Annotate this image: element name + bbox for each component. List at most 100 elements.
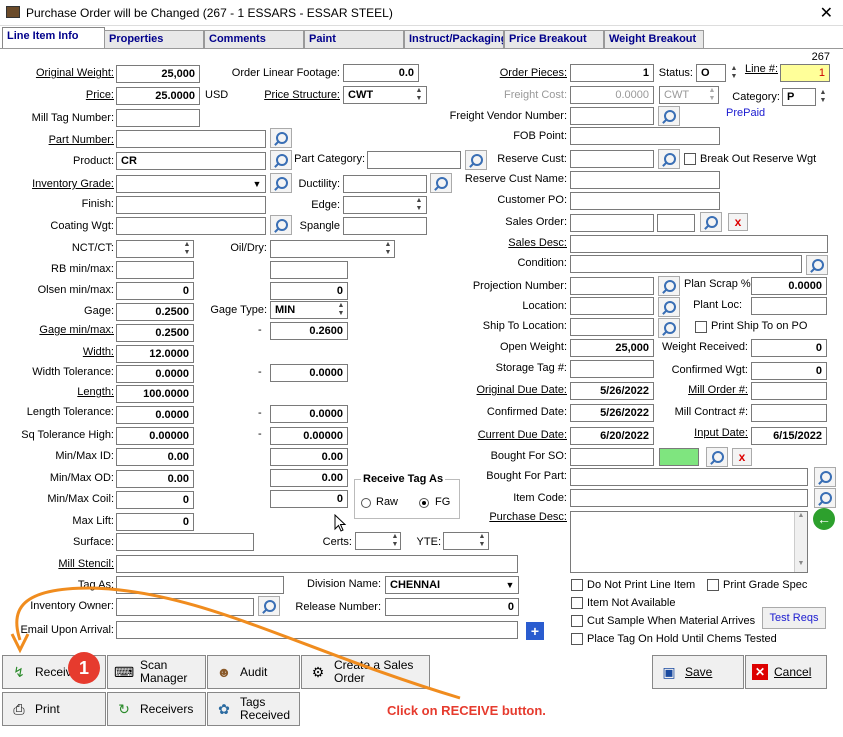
width-tolerance-field[interactable]: 0.0000 <box>116 365 194 383</box>
oil-dry-field[interactable] <box>270 240 395 258</box>
max-coil-field[interactable]: 0 <box>270 490 348 508</box>
test-reqs-button[interactable]: Test Reqs <box>762 607 826 629</box>
original-due-date-field[interactable]: 5/26/2022 <box>570 382 654 400</box>
certs-spinner[interactable]: ▲ ▼ <box>390 533 400 549</box>
location-field[interactable] <box>570 297 654 315</box>
save-button[interactable]: ▣ Save <box>652 655 744 689</box>
create-sales-order-button[interactable]: ⚙ Create a Sales Order <box>301 655 430 689</box>
mill-stencil-field[interactable] <box>116 555 518 573</box>
status-spinner[interactable]: ▲ ▼ <box>729 65 739 81</box>
reserve-cust-name-field[interactable] <box>570 171 720 189</box>
release-number-field[interactable]: 0 <box>385 598 519 616</box>
item-code-field[interactable] <box>570 489 808 507</box>
length-tolerance-max-field[interactable]: 0.0000 <box>270 405 348 423</box>
print-ship-to-on-po-checkbox[interactable] <box>695 321 707 333</box>
tab-price-breakout[interactable]: Price Breakout <box>504 30 604 48</box>
tag-as-field[interactable] <box>116 576 284 594</box>
min-od-field[interactable]: 0.00 <box>116 470 194 488</box>
surface-field[interactable] <box>116 533 254 551</box>
audit-button[interactable]: ☻ Audit <box>207 655 300 689</box>
condition-search-icon[interactable] <box>806 255 828 275</box>
break-out-reserve-wgt-checkbox[interactable] <box>684 153 696 165</box>
plant-loc-field[interactable] <box>751 297 827 315</box>
length-tolerance-field[interactable]: 0.0000 <box>116 406 194 424</box>
purchase-desc-scrollbar[interactable]: ▲ ▼ <box>794 512 807 572</box>
length-field[interactable]: 100.0000 <box>116 385 194 403</box>
cut-sample-checkbox[interactable] <box>571 615 583 627</box>
bought-for-part-search-icon[interactable] <box>814 467 836 487</box>
add-email-icon[interactable]: + <box>526 622 544 640</box>
bought-for-part-field[interactable] <box>570 468 808 486</box>
freight-vendor-search-icon[interactable] <box>658 106 680 126</box>
fg-radio[interactable] <box>419 498 429 508</box>
division-name-select[interactable]: CHENNAI <box>385 576 519 594</box>
oil-dry-spinner[interactable]: ▲ ▼ <box>383 241 393 257</box>
freight-cost-field[interactable]: 0.0000 <box>570 86 654 104</box>
category-field[interactable]: P <box>782 88 816 106</box>
mill-contract-field[interactable] <box>751 404 827 422</box>
max-lift-field[interactable]: 0 <box>116 513 194 531</box>
ship-to-location-search-icon[interactable] <box>658 318 680 338</box>
bought-for-so-field[interactable] <box>570 448 654 466</box>
chevron-down-icon[interactable]: ▼ <box>250 176 264 192</box>
min-coil-field[interactable]: 0 <box>116 491 194 509</box>
ductility-field[interactable] <box>343 175 427 193</box>
weight-received-field[interactable]: 0 <box>751 339 827 357</box>
ship-to-location-field[interactable] <box>570 318 654 336</box>
tab-comments[interactable]: Comments <box>204 30 304 48</box>
tab-properties[interactable]: Properties <box>104 30 204 48</box>
gage-max-field[interactable]: 0.2600 <box>270 322 348 340</box>
scan-manager-button[interactable]: ⌨ Scan Manager <box>107 655 206 689</box>
sales-order-line-field[interactable] <box>657 214 695 232</box>
open-weight-field[interactable]: 25,000 <box>570 339 654 357</box>
do-not-print-line-item-checkbox[interactable] <box>571 579 583 591</box>
input-date-field[interactable]: 6/15/2022 <box>751 427 827 445</box>
plan-scrap-field[interactable]: 0.0000 <box>751 277 827 295</box>
original-weight-field[interactable]: 25,000 <box>116 65 200 83</box>
storage-tag-field[interactable] <box>570 360 654 378</box>
olsen-min-field[interactable]: 0 <box>116 282 194 300</box>
customer-po-field[interactable] <box>570 192 720 210</box>
price-field[interactable]: 25.0000 <box>116 87 200 105</box>
gage-min-field[interactable]: 0.2500 <box>116 324 194 342</box>
place-tag-on-hold-checkbox[interactable] <box>571 633 583 645</box>
sales-desc-field[interactable] <box>570 235 828 253</box>
mill-tag-number-field[interactable] <box>116 109 200 127</box>
current-due-date-field[interactable]: 6/20/2022 <box>570 427 654 445</box>
olsen-max-field[interactable]: 0 <box>270 282 348 300</box>
location-search-icon[interactable] <box>658 297 680 317</box>
width-tolerance-max-field[interactable]: 0.0000 <box>270 364 348 382</box>
tab-paint[interactable]: Paint <box>304 30 404 48</box>
print-button[interactable]: ⎙ Print <box>2 692 106 726</box>
reserve-cust-search-icon[interactable] <box>658 149 680 169</box>
tags-received-button[interactable]: ✿ Tags Received <box>207 692 300 726</box>
bought-for-so-search-icon[interactable] <box>706 447 728 467</box>
confirmed-date-field[interactable]: 5/26/2022 <box>570 404 654 422</box>
inventory-grade-select[interactable] <box>116 175 266 193</box>
line-number-field[interactable]: 1 <box>780 64 830 82</box>
clear-sales-order-icon[interactable]: x <box>728 213 748 231</box>
rb-min-field[interactable] <box>116 261 194 279</box>
bought-for-so-line-field[interactable] <box>659 448 699 466</box>
receivers-button[interactable]: ↻ Receivers <box>107 692 206 726</box>
category-spinner[interactable]: ▲ ▼ <box>818 89 828 105</box>
tab-line-item-info[interactable]: Line Item Info <box>2 27 105 49</box>
width-field[interactable]: 12.0000 <box>116 345 194 363</box>
product-field[interactable]: CR <box>116 152 266 170</box>
spangle-field[interactable] <box>343 217 427 235</box>
sq-tolerance-max-field[interactable]: 0.00000 <box>270 427 348 445</box>
freight-vendor-number-field[interactable] <box>570 107 654 125</box>
sq-tolerance-high-field[interactable]: 0.00000 <box>116 427 194 445</box>
price-structure-spinner[interactable]: ▲ ▼ <box>414 87 424 103</box>
min-id-field[interactable]: 0.00 <box>116 448 194 466</box>
item-not-available-checkbox[interactable] <box>571 597 583 609</box>
inventory-owner-search-icon[interactable] <box>258 596 280 616</box>
mill-order-field[interactable] <box>751 382 827 400</box>
sales-order-search-icon[interactable] <box>700 212 722 232</box>
sales-order-field[interactable] <box>570 214 654 232</box>
finish-field[interactable] <box>116 196 266 214</box>
close-icon[interactable]: ✕ <box>820 3 833 23</box>
projection-number-search-icon[interactable] <box>658 276 680 296</box>
projection-number-field[interactable] <box>570 277 654 295</box>
order-pieces-field[interactable]: 1 <box>570 64 654 82</box>
